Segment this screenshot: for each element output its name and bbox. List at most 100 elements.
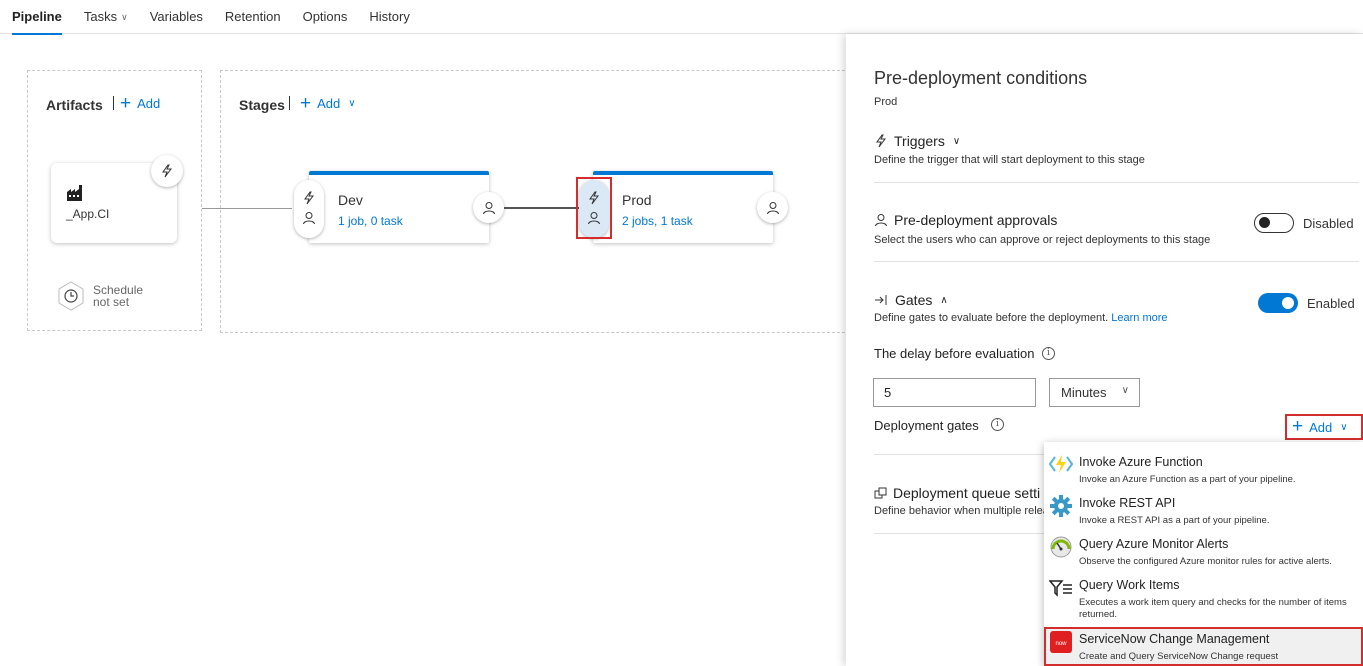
- learn-more-link[interactable]: Learn more: [1111, 312, 1167, 324]
- tab-pipeline[interactable]: Pipeline: [12, 0, 62, 35]
- divider: [113, 96, 114, 110]
- chevron-up-icon: ∧: [940, 294, 948, 306]
- continuous-deployment-trigger-button[interactable]: [151, 155, 183, 187]
- servicenow-icon: now: [1050, 631, 1072, 653]
- tab-label: History: [369, 8, 410, 24]
- queue-icon: [874, 487, 887, 498]
- menu-item-desc: Executes a work item query and checks fo…: [1079, 597, 1347, 620]
- toggle-knob: [1259, 217, 1270, 228]
- approvals-title: Pre-deployment approvals: [894, 212, 1058, 228]
- divider: [289, 96, 290, 110]
- stage-summary-link[interactable]: 1 job, 0 task: [338, 214, 403, 228]
- artifacts-title: Artifacts: [46, 97, 103, 113]
- approvals-desc: Select the users who can approve or reje…: [874, 234, 1211, 246]
- add-gate-button[interactable]: + Add ∨: [1285, 414, 1363, 440]
- svg-text:now: now: [1055, 641, 1067, 647]
- stage-card-prod[interactable]: [593, 171, 773, 243]
- trigger-icon: [876, 134, 886, 148]
- tab-retention[interactable]: Retention: [225, 0, 281, 34]
- menu-item-title: Invoke Azure Function: [1079, 455, 1203, 469]
- queue-header[interactable]: Deployment queue setti: [874, 485, 1040, 501]
- delay-unit-select[interactable]: Minutes ∨: [1049, 378, 1140, 407]
- divider: [874, 454, 1044, 455]
- menu-item-desc: Invoke a REST API as a part of your pipe…: [1079, 515, 1270, 526]
- stages-title: Stages: [239, 97, 285, 113]
- post-deployment-conditions-dev[interactable]: [473, 192, 504, 223]
- build-factory-icon: [67, 185, 82, 201]
- queue-title: Deployment queue setti: [893, 485, 1041, 501]
- gates-desc-text: Define gates to evaluate before the depl…: [874, 312, 1109, 324]
- chevron-down-icon: ∨: [348, 98, 356, 109]
- gates-desc: Define gates to evaluate before the depl…: [874, 312, 1168, 324]
- gear-icon: [1050, 495, 1072, 517]
- approvals-header: Pre-deployment approvals: [874, 212, 1057, 228]
- menu-item-title: ServiceNow Change Management: [1079, 632, 1270, 646]
- filter-list-icon: [1049, 580, 1072, 597]
- tab-options[interactable]: Options: [303, 0, 348, 34]
- divider: [874, 533, 1044, 534]
- triggers-header[interactable]: Triggers ∨: [874, 133, 960, 149]
- tab-tasks[interactable]: Tasks ∨: [84, 0, 128, 34]
- stage-card-dev[interactable]: [309, 171, 489, 243]
- menu-item-desc: Create and Query ServiceNow Change reque…: [1079, 651, 1279, 662]
- menu-item-title: Query Work Items: [1079, 578, 1180, 592]
- triggers-desc: Define the trigger that will start deplo…: [874, 154, 1145, 166]
- approvals-toggle[interactable]: [1254, 213, 1294, 233]
- panel-subtitle: Prod: [874, 96, 898, 108]
- gates-toggle-label: Enabled: [1307, 296, 1355, 311]
- stage-summary-link[interactable]: 2 jobs, 1 task: [622, 214, 693, 228]
- chevron-down-icon: ∨: [121, 11, 128, 22]
- delay-label-text: The delay before evaluation: [874, 346, 1035, 361]
- menu-item-desc: Observe the configured Azure monitor rul…: [1079, 556, 1332, 567]
- person-icon: [766, 201, 779, 214]
- tab-label: Variables: [149, 8, 203, 24]
- azure-function-icon: [1049, 455, 1073, 473]
- deployment-gates-text: Deployment gates: [874, 418, 979, 433]
- schedule-line2: not set: [93, 295, 130, 309]
- chevron-down-icon: ∨: [952, 135, 961, 147]
- info-icon[interactable]: i: [1042, 347, 1055, 360]
- plus-icon: +: [300, 93, 312, 114]
- tab-variables[interactable]: Variables: [150, 0, 203, 34]
- schedule-clock-icon[interactable]: [56, 281, 86, 311]
- connector-line: [504, 207, 579, 209]
- gates-header[interactable]: Gates ∧: [874, 292, 948, 308]
- gates-title: Gates: [895, 292, 933, 308]
- tab-history[interactable]: History: [369, 0, 409, 34]
- person-icon: [482, 201, 495, 214]
- queue-desc: Define behavior when multiple relea: [874, 505, 1049, 517]
- monitor-gauge-icon: [1050, 536, 1072, 558]
- tab-label: Retention: [224, 8, 281, 24]
- divider: [874, 261, 1359, 262]
- add-stage-button[interactable]: + Add ∨: [300, 94, 356, 113]
- stage-name: Prod: [622, 192, 652, 208]
- artifact-name: _App.CI: [66, 207, 110, 221]
- highlight-box: [576, 177, 612, 239]
- info-icon[interactable]: i: [991, 418, 1004, 431]
- divider: [874, 182, 1359, 183]
- triggers-title: Triggers: [894, 133, 945, 149]
- schedule-label: Schedule not set: [93, 284, 143, 308]
- lightning-icon: [162, 164, 172, 178]
- add-label: Add: [317, 96, 341, 111]
- pre-deployment-conditions-dev[interactable]: [294, 180, 324, 238]
- add-label: Add: [137, 96, 161, 111]
- menu-item-desc: Invoke an Azure Function as a part of yo…: [1079, 474, 1296, 485]
- trigger-icon: [304, 191, 314, 205]
- stage-name: Dev: [338, 192, 363, 208]
- deployment-gates-label: Deployment gates: [874, 418, 979, 433]
- delay-unit-value: Minutes: [1061, 385, 1107, 400]
- gates-toggle[interactable]: [1258, 293, 1298, 313]
- panel-title: Pre-deployment conditions: [874, 68, 1088, 88]
- add-artifact-button[interactable]: + Add: [120, 94, 160, 113]
- plus-icon: +: [1292, 416, 1304, 437]
- chevron-down-icon: ∨: [1121, 385, 1129, 396]
- post-deployment-conditions-prod[interactable]: [757, 192, 788, 223]
- delay-label: The delay before evaluation: [874, 346, 1034, 361]
- tab-label: Tasks: [83, 8, 118, 24]
- add-label: Add: [1309, 419, 1333, 435]
- chevron-down-icon: ∨: [1340, 421, 1348, 433]
- delay-input[interactable]: 5: [873, 378, 1036, 407]
- menu-item-title: Query Azure Monitor Alerts: [1079, 537, 1229, 551]
- person-icon: [875, 214, 887, 227]
